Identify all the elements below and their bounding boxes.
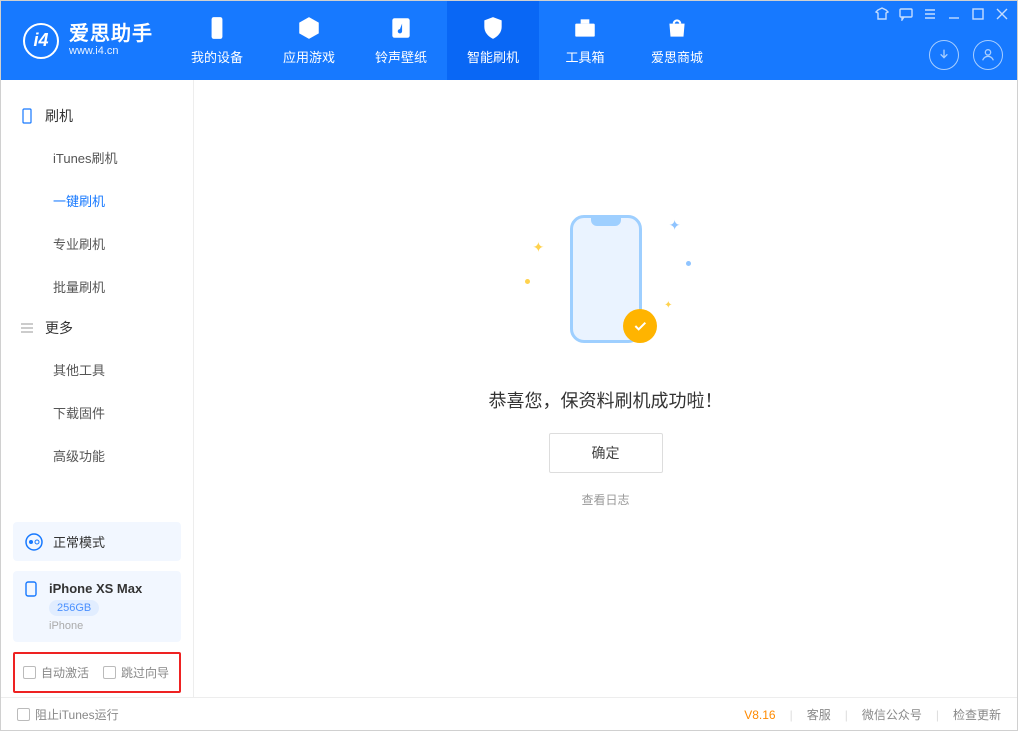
bag-icon [664,15,690,41]
logo[interactable]: i4 爱思助手 www.i4.cn [1,23,171,59]
shield-refresh-icon [480,15,506,41]
ok-button[interactable]: 确定 [549,433,663,473]
mode-icon [25,533,43,551]
minimize-icon[interactable] [947,7,961,21]
tab-my-device[interactable]: 我的设备 [171,1,263,80]
footer: 阻止iTunes运行 V8.16 | 客服 | 微信公众号 | 检查更新 [1,697,1017,731]
success-message: 恭喜您，保资料刷机成功啦！ [489,387,723,413]
music-icon [388,15,414,41]
version-label: V8.16 [744,708,775,722]
toolbox-icon [572,15,598,41]
checkbox-skip-guide[interactable]: 跳过向导 [103,664,169,681]
app-name: 爱思助手 [69,23,153,45]
view-log-link[interactable]: 查看日志 [581,491,629,508]
footer-link-support[interactable]: 客服 [807,706,831,723]
account-button[interactable] [973,40,1003,70]
separator: | [845,708,848,722]
dot-icon [525,279,530,284]
tab-store[interactable]: 爱思商城 [631,1,723,80]
footer-link-update[interactable]: 检查更新 [953,706,1001,723]
tab-apps[interactable]: 应用游戏 [263,1,355,80]
sidebar-group-more[interactable]: 更多 [1,308,193,348]
dot-icon [686,261,691,266]
device-capacity: 256GB [49,600,99,616]
phone-icon [204,15,230,41]
checkbox-label: 阻止iTunes运行 [35,706,119,723]
device-phone-icon [23,581,39,597]
header-bar: i4 爱思助手 www.i4.cn 我的设备 应用游戏 铃声壁纸 智能刷机 工具… [1,1,1017,80]
footer-link-wechat[interactable]: 微信公众号 [862,706,922,723]
checkbox-icon [23,666,36,679]
logo-text: 爱思助手 www.i4.cn [69,23,153,57]
cube-icon [296,15,322,41]
menu-icon[interactable] [923,7,937,21]
checkbox-label: 自动激活 [41,664,89,681]
checkbox-block-itunes[interactable]: 阻止iTunes运行 [17,706,119,723]
device-type: iPhone [49,620,83,632]
sidebar-item-download-firmware[interactable]: 下载固件 [1,391,193,434]
sidebar-scroll: 刷机 iTunes刷机 一键刷机 专业刷机 批量刷机 更多 其他工具 下载固件 … [1,80,193,522]
content-area: ✦ ✦ ✦ 恭喜您，保资料刷机成功啦！ 确定 查看日志 [194,80,1017,697]
sparkle-icon: ✦ [664,300,672,311]
tab-label: 我的设备 [191,47,243,66]
checkbox-label: 跳过向导 [121,664,169,681]
device-name: iPhone XS Max [49,581,142,596]
footer-right: V8.16 | 客服 | 微信公众号 | 检查更新 [744,706,1001,723]
device-icon [19,108,35,124]
checkbox-icon [17,708,30,721]
mode-box[interactable]: 正常模式 [13,522,181,561]
logo-icon: i4 [23,23,59,59]
tab-label: 应用游戏 [283,47,335,66]
sidebar-item-batch-flash[interactable]: 批量刷机 [1,265,193,308]
sidebar-item-pro-flash[interactable]: 专业刷机 [1,222,193,265]
mode-label: 正常模式 [53,532,105,551]
sidebar-item-itunes-flash[interactable]: iTunes刷机 [1,136,193,179]
header-right-buttons [929,40,1003,70]
list-icon [19,320,35,336]
main-tabs: 我的设备 应用游戏 铃声壁纸 智能刷机 工具箱 爱思商城 [171,1,723,80]
body: 刷机 iTunes刷机 一键刷机 专业刷机 批量刷机 更多 其他工具 下载固件 … [1,80,1017,697]
sparkle-icon: ✦ [533,239,545,256]
sidebar-group-flash[interactable]: 刷机 [1,96,193,136]
tab-toolbox[interactable]: 工具箱 [539,1,631,80]
sidebar: 刷机 iTunes刷机 一键刷机 专业刷机 批量刷机 更多 其他工具 下载固件 … [1,80,194,697]
tab-label: 铃声壁纸 [375,47,427,66]
group-title: 更多 [45,318,73,338]
shirt-icon[interactable] [875,7,889,21]
checkbox-auto-activate[interactable]: 自动激活 [23,664,89,681]
separator: | [936,708,939,722]
checkbox-icon [103,666,116,679]
group-title: 刷机 [45,106,73,126]
maximize-icon[interactable] [971,7,985,21]
download-button[interactable] [929,40,959,70]
tab-label: 工具箱 [565,47,604,66]
window-controls [875,7,1009,21]
tab-label: 智能刷机 [467,47,519,66]
tab-label: 爱思商城 [651,47,703,66]
device-box[interactable]: iPhone XS Max 256GB iPhone [13,571,181,642]
close-icon[interactable] [995,7,1009,21]
sparkle-icon: ✦ [669,217,681,234]
sidebar-bottom: 正常模式 iPhone XS Max 256GB iPhone 自动激活 跳过向… [1,522,193,697]
tab-flash[interactable]: 智能刷机 [447,1,539,80]
tab-ringtones[interactable]: 铃声壁纸 [355,1,447,80]
options-row: 自动激活 跳过向导 [13,652,181,693]
sidebar-item-advanced[interactable]: 高级功能 [1,434,193,477]
separator: | [790,708,793,722]
sidebar-item-onekey-flash[interactable]: 一键刷机 [1,179,193,222]
footer-left: 阻止iTunes运行 [17,706,119,723]
check-badge-icon [623,309,657,343]
feedback-icon[interactable] [899,7,913,21]
success-illustration: ✦ ✦ ✦ [561,209,651,359]
sidebar-item-other-tools[interactable]: 其他工具 [1,348,193,391]
app-url: www.i4.cn [69,45,153,57]
